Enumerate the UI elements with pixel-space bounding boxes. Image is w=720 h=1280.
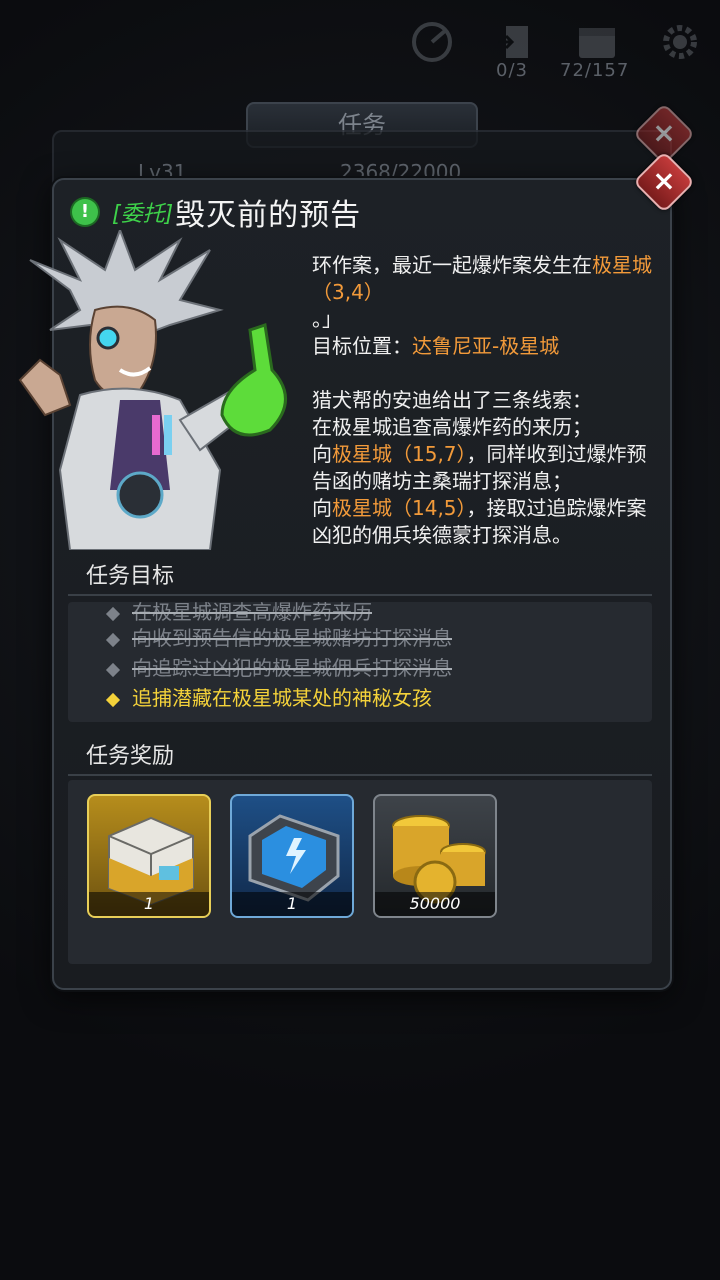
story-text: 环作案，最近一起爆炸案发生在 [312, 253, 592, 277]
close-icon: × [652, 116, 676, 149]
clue-2-prefix: 向 [312, 442, 332, 466]
top-hud: 0/3 72/157 [0, 0, 720, 90]
location-link[interactable]: 极星城（15,7） [332, 442, 467, 466]
mission-title: 毁灭前的预告 [175, 198, 362, 233]
reward-count: 1 [89, 892, 209, 916]
objectives-header: 任务目标 [68, 562, 652, 596]
calendar-icon[interactable] [575, 20, 619, 64]
radar-icon[interactable] [410, 20, 454, 64]
reward-count: 50000 [375, 892, 495, 916]
diamond-icon [105, 692, 121, 707]
clue-1: 在极星城追查高爆炸药的来历； [312, 415, 592, 439]
rewards-header: 任务奖励 [68, 742, 652, 776]
objective-item: 追捕潜藏在极星城某处的神秘女孩 [105, 682, 432, 711]
reward-item[interactable]: 50000 [373, 794, 497, 918]
reward-item[interactable]: 1 [87, 794, 211, 918]
location-link[interactable]: 极星城（14,5） [332, 496, 467, 520]
objective-text: 向追踪过凶犯的极星城佣兵打探消息 [132, 656, 452, 680]
battle-count: 0/3 [496, 60, 528, 81]
story-text: 。」 [312, 307, 342, 331]
door-icon[interactable] [494, 20, 538, 64]
npc-scientist-portrait [18, 230, 287, 550]
reward-count: 1 [232, 892, 352, 916]
mission-tag: [委托] [112, 202, 174, 227]
mission-story: 环作案，最近一起爆炸案发生在极星城（3,4） 。」 目标位置：达鲁尼亚-极星城 … [312, 252, 666, 549]
diamond-icon [105, 662, 121, 677]
diamond-icon [105, 632, 121, 647]
reward-item[interactable]: 1 [230, 794, 354, 918]
objective-text: 在极星城调查高爆炸药来历 [132, 602, 372, 624]
objective-text: 追捕潜藏在极星城某处的神秘女孩 [132, 686, 432, 710]
gear-icon[interactable] [658, 20, 702, 64]
objectives-list[interactable]: 在极星城调查高爆炸药来历 向收到预告信的极星城赌坊打探消息 向追踪过凶犯的极星城… [68, 602, 652, 722]
target-location-link[interactable]: 达鲁尼亚-极星城 [412, 334, 559, 358]
alert-icon: ! [72, 199, 98, 225]
close-icon: × [652, 164, 676, 197]
energy-count: 72/157 [560, 60, 630, 81]
objective-text: 向收到预告信的极星城赌坊打探消息 [132, 626, 452, 650]
objective-item: 向收到预告信的极星城赌坊打探消息 [105, 622, 452, 651]
clue-intro: 猎犬帮的安迪给出了三条线索： [312, 388, 592, 412]
mission-title-row: ! [委托] 毁灭前的预告 [72, 192, 362, 233]
objective-item: 向追踪过凶犯的极星城佣兵打探消息 [105, 652, 452, 681]
target-label: 目标位置： [312, 334, 412, 358]
diamond-icon [105, 606, 121, 621]
clue-3-prefix: 向 [312, 496, 332, 520]
